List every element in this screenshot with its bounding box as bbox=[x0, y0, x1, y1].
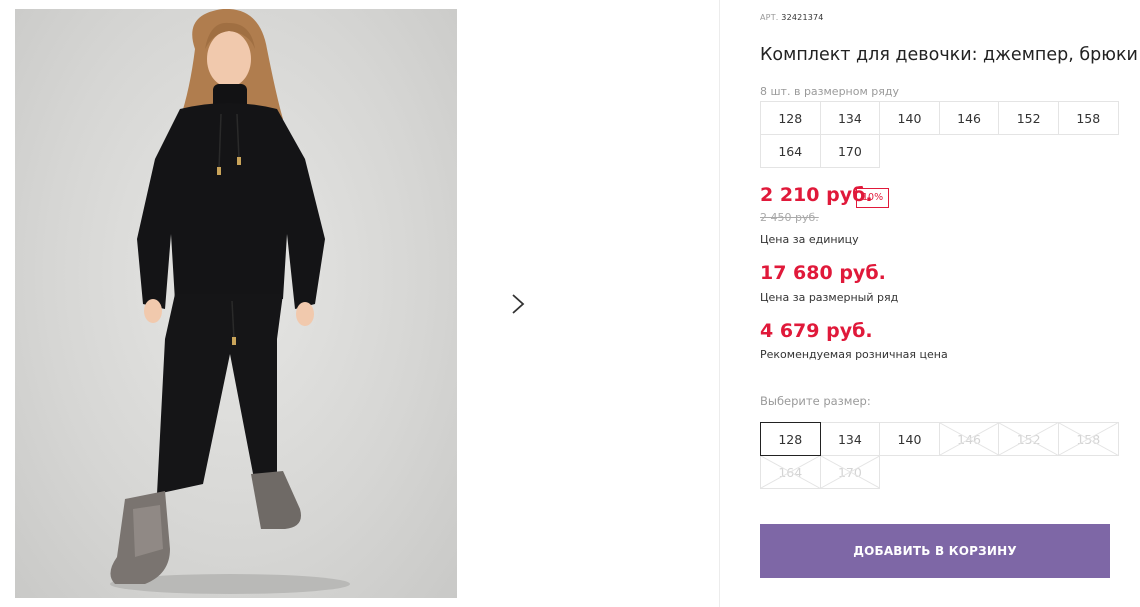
product-gallery bbox=[0, 0, 720, 607]
size-option-158: 158 bbox=[1057, 422, 1119, 456]
unavailable-cross-icon bbox=[939, 423, 999, 455]
size-option-164: 164 bbox=[760, 455, 821, 489]
size-row-cell: 140 bbox=[879, 101, 940, 135]
size-row-cell: 146 bbox=[938, 101, 1000, 135]
product-photo[interactable] bbox=[15, 9, 457, 598]
size-option-140[interactable]: 140 bbox=[879, 422, 940, 456]
unavailable-cross-icon bbox=[999, 423, 1058, 455]
size-row-cell: 128 bbox=[760, 101, 821, 135]
article-number: АРТ. 32421374 bbox=[760, 13, 824, 22]
gallery-next-button[interactable] bbox=[491, 277, 545, 331]
size-row-cell: 164 bbox=[760, 134, 821, 168]
product-photo-illustration bbox=[110, 9, 350, 594]
size-option-152: 152 bbox=[998, 422, 1059, 456]
add-to-cart-button[interactable]: ДОБАВИТЬ В КОРЗИНУ bbox=[760, 524, 1110, 578]
old-price: 2 450 руб. bbox=[760, 211, 819, 224]
size-row-note: 8 шт. в размерном ряду bbox=[760, 85, 899, 98]
size-option-170: 170 bbox=[819, 455, 881, 489]
unavailable-cross-icon bbox=[1058, 423, 1118, 455]
unavailable-cross-icon bbox=[761, 456, 820, 488]
retail-price: 4 679 руб. bbox=[760, 320, 873, 342]
size-option-146: 146 bbox=[938, 422, 1000, 456]
size-row-cell: 158 bbox=[1057, 101, 1119, 135]
retail-price-caption: Рекомендуемая розничная цена bbox=[760, 348, 948, 361]
choose-size-label: Выберите размер: bbox=[760, 394, 871, 408]
chevron-right-icon bbox=[512, 294, 525, 314]
unit-price-caption: Цена за единицу bbox=[760, 233, 859, 246]
size-row-cell: 134 bbox=[819, 101, 881, 135]
size-option-128[interactable]: 128 bbox=[760, 422, 821, 456]
discount-badge: 10% bbox=[856, 188, 890, 208]
size-row-cell: 170 bbox=[819, 134, 881, 168]
size-selector: 128 134 140 146 152 158 164 170 bbox=[760, 422, 1119, 489]
size-row-cell: 152 bbox=[998, 101, 1059, 135]
size-row-grid: 128 134 140 146 152 158 164 170 bbox=[760, 101, 1119, 168]
row-price-caption: Цена за размерный ряд bbox=[760, 291, 899, 304]
unavailable-cross-icon bbox=[820, 456, 880, 488]
size-option-134[interactable]: 134 bbox=[819, 422, 881, 456]
product-title: Комплект для девочки: джемпер, брюки bbox=[760, 45, 1138, 65]
row-price: 17 680 руб. bbox=[760, 262, 886, 284]
